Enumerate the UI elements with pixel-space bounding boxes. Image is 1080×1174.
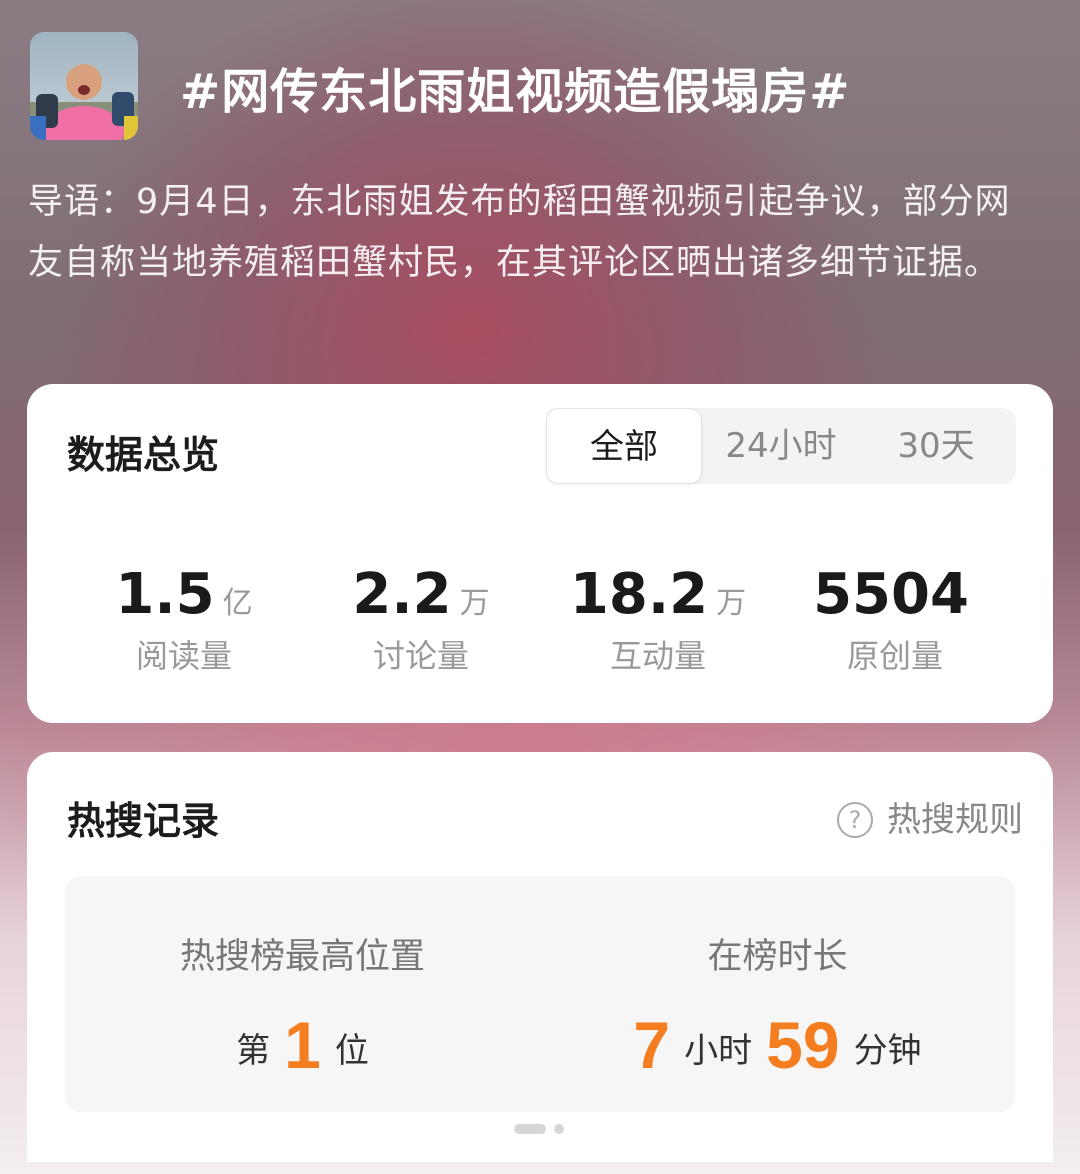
duration-minutes-unit: 分钟 (853, 1031, 922, 1071)
tab-30d[interactable]: 30天 (856, 408, 1016, 484)
stat-discussions: 2.2 万 讨论量 (301, 562, 541, 677)
on-list-duration: 在榜时长 7 小时 59 分钟 (540, 928, 1015, 1083)
topic-intro: 导语：9月4日，东北雨姐发布的稻田蟹视频引起争议，部分网友自称当地养殖稻田蟹村民… (28, 182, 1011, 283)
page-indicator-dot (554, 1124, 564, 1134)
duration-hours-unit: 小时 (684, 1031, 753, 1071)
stat-interactions: 18.2 万 互动量 (538, 562, 778, 677)
stat-originals-label: 原创量 (846, 637, 943, 675)
stat-discussions-value: 2.2 (352, 562, 452, 627)
duration-hours: 7 (633, 1008, 671, 1082)
stat-reads-label: 阅读量 (135, 637, 232, 675)
stat-interactions-label: 互动量 (609, 637, 706, 675)
stat-interactions-unit: 万 (716, 586, 747, 621)
stat-reads-unit: 亿 (222, 586, 253, 621)
overview-title: 数据总览 (67, 433, 220, 477)
hot-search-rules-link[interactable]: ? 热搜规则 (837, 792, 1023, 841)
overview-card: 数据总览 全部 24小时 30天 1.5 亿 阅读量 2.2 万 讨论量 18.2 万… (27, 384, 1053, 723)
time-range-tabs: 全部 24小时 30天 (546, 408, 1016, 484)
highest-position-label: 热搜榜最高位置 (179, 937, 425, 977)
rules-label: 热搜规则 (887, 800, 1023, 840)
hot-search-card: 热搜记录 ? 热搜规则 热搜榜最高位置 第1位 在榜时长 7 小时 59 分钟 (27, 752, 1053, 1162)
stat-discussions-unit: 万 (459, 586, 490, 621)
stat-reads-value: 1.5 (115, 562, 215, 627)
tab-24h[interactable]: 24小时 (706, 408, 856, 484)
topic-title: #网传东北雨姐视频造假塌房# (180, 64, 851, 120)
hot-search-stats-panel: 热搜榜最高位置 第1位 在榜时长 7 小时 59 分钟 (65, 876, 1015, 1112)
stat-originals: 5504 原创量 (775, 562, 1015, 677)
highest-position-prefix: 第 (236, 1031, 271, 1071)
stat-discussions-label: 讨论量 (372, 637, 469, 675)
hot-search-title: 热搜记录 (67, 799, 220, 843)
page-indicator-active (514, 1124, 546, 1134)
highest-position: 热搜榜最高位置 第1位 (65, 928, 540, 1083)
question-circle-icon: ? (837, 802, 873, 838)
stat-interactions-value: 18.2 (569, 562, 709, 627)
highest-position-suffix: 位 (334, 1031, 369, 1071)
stat-originals-value: 5504 (813, 562, 969, 627)
duration-label: 在榜时长 (707, 937, 848, 977)
stat-reads: 1.5 亿 阅读量 (64, 562, 304, 677)
tab-all[interactable]: 全部 (546, 408, 702, 484)
topic-avatar[interactable] (30, 32, 138, 140)
highest-position-value: 1 (284, 1008, 321, 1082)
duration-minutes: 59 (766, 1008, 840, 1082)
